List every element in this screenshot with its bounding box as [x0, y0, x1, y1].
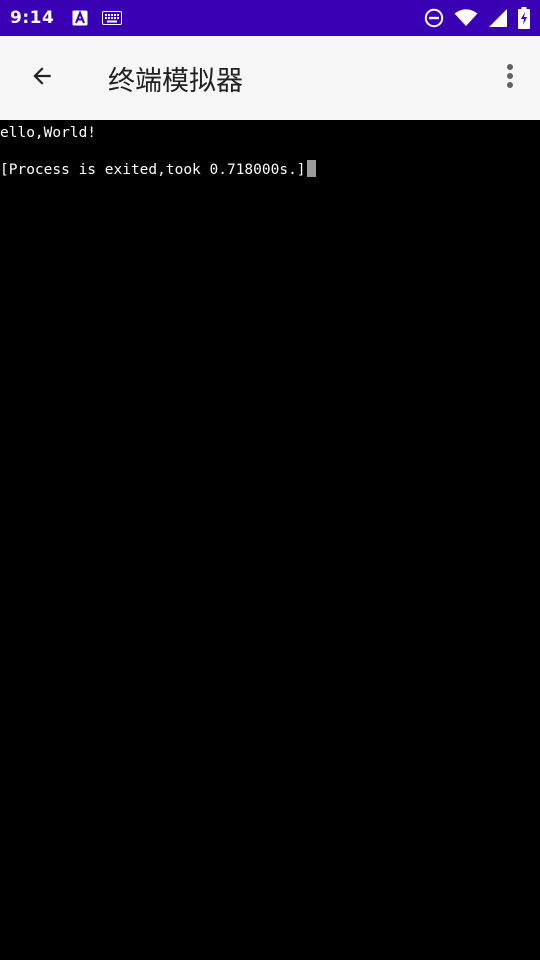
back-button[interactable]	[0, 36, 84, 120]
signal-icon	[488, 8, 508, 28]
more-vert-icon	[506, 63, 514, 93]
arrow-back-icon	[29, 63, 55, 93]
status-right-icons	[424, 7, 530, 29]
status-left-icons	[72, 10, 123, 26]
font-a-icon	[72, 10, 88, 26]
terminal-line: [Process is exited,took 0.718000s.]	[0, 160, 540, 178]
keyboard-icon	[102, 11, 123, 25]
wifi-icon	[454, 9, 478, 27]
terminal-line: ello,World!	[0, 125, 97, 141]
app-bar: 终端模拟器	[0, 36, 540, 120]
battery-charging-icon	[518, 7, 530, 29]
app-title: 终端模拟器	[108, 65, 243, 97]
do-not-disturb-icon	[424, 8, 444, 28]
status-bar: 9:14	[0, 0, 540, 36]
status-time: 9:14	[10, 8, 55, 28]
overflow-menu-button[interactable]	[480, 36, 540, 120]
terminal-output[interactable]: ello,World! [Process is exited,took 0.71…	[0, 120, 540, 960]
terminal-cursor	[306, 160, 316, 177]
